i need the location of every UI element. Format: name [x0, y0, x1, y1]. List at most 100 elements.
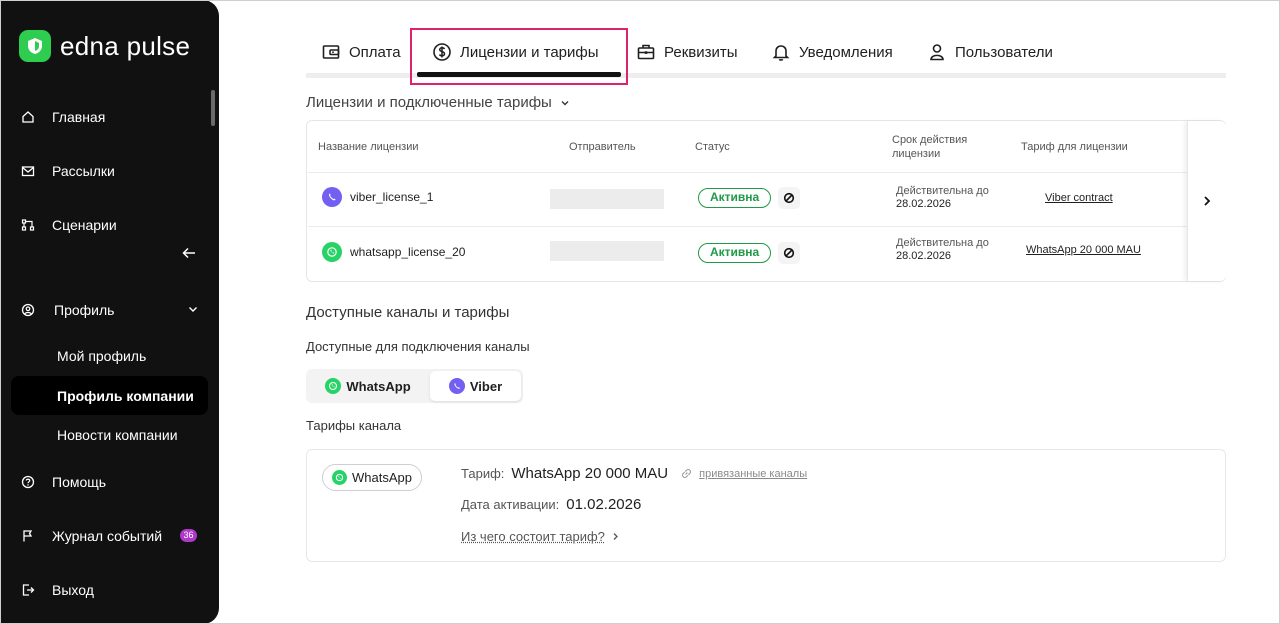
brand-name: edna pulse: [60, 30, 191, 61]
active-tab-indicator: [417, 72, 621, 77]
sidebar-item-label: Рассылки: [52, 163, 115, 179]
license-name: viber_license_1: [350, 190, 434, 204]
col-header-sender: Отправитель: [569, 141, 636, 153]
user-icon: [930, 44, 944, 61]
tab-licenses[interactable]: Лицензии и тарифы: [432, 38, 599, 66]
logout-icon: [20, 582, 36, 598]
sender-placeholder: [550, 241, 664, 261]
help-icon: [20, 474, 36, 490]
validity-date-value: 28.02.2026: [896, 250, 952, 262]
licenses-section-toggle[interactable]: Лицензии и подключенные тарифы: [306, 94, 570, 111]
tab-label: Оплата: [349, 43, 401, 61]
activation-key: Дата активации:: [461, 497, 560, 512]
chevron-down-icon[interactable]: [187, 303, 199, 315]
tab-requisites[interactable]: Реквизиты: [636, 38, 738, 66]
validity-date: 28.02.2026: [896, 250, 989, 263]
sidebar-subitem-my-profile[interactable]: Мой профиль: [57, 348, 146, 364]
validity-date: 28.02.2026: [896, 198, 989, 211]
mail-icon: [20, 163, 36, 179]
linked-channels-label: привязанные каналы: [699, 467, 808, 480]
license-name: whatsapp_license_20: [350, 245, 466, 259]
sidebar-item-event-log[interactable]: Журнал событий: [20, 524, 162, 548]
table-row-name: whatsapp_license_20: [322, 242, 465, 262]
tariff-channel-chip: WhatsApp: [322, 464, 422, 491]
sidebar-item-label: Главная: [52, 109, 106, 125]
dollar-circle-icon: [433, 43, 451, 61]
validity-label: Действительна до: [896, 185, 989, 197]
wallet-icon: [322, 45, 340, 59]
sidebar-item-profile[interactable]: Профиль: [20, 298, 114, 322]
edna-shield-icon: [19, 30, 51, 62]
available-section-title: Доступные каналы и тарифы: [306, 304, 510, 321]
channel-option-label: Viber: [469, 378, 503, 394]
available-channels-label: Доступные для подключения каналы: [306, 339, 530, 354]
tariff-details-link[interactable]: Из чего состоит тариф?: [461, 529, 620, 544]
tariff-link[interactable]: WhatsApp 20 000 MAU: [1026, 244, 1141, 256]
channel-option-label: WhatsApp: [346, 378, 411, 394]
sender-placeholder: [550, 189, 664, 209]
col-header-tariff: Тариф для лицензии: [1021, 141, 1128, 153]
licenses-section-title: Лицензии и подключенные тарифы: [306, 94, 552, 111]
sidebar-item-mailings[interactable]: Рассылки: [20, 159, 115, 183]
tariff-details-label: Из чего состоит тариф?: [461, 529, 605, 544]
sidebar-subitem-company-profile[interactable]: Профиль компании: [57, 388, 194, 404]
validity-date-value: 28.02.2026: [896, 198, 952, 210]
collapse-sidebar-icon[interactable]: [180, 244, 198, 262]
sidebar-scrollbar[interactable]: [211, 90, 215, 126]
sidebar-item-label: Выход: [52, 582, 94, 598]
tariff-key: Тариф:: [461, 466, 505, 481]
sidebar-item-scenarios[interactable]: Сценарии: [20, 213, 117, 237]
sidebar-subitem-company-news[interactable]: Новости компании: [57, 427, 178, 443]
sidebar-item-label: Помощь: [52, 474, 107, 490]
sidebar-item-help[interactable]: Помощь: [20, 470, 106, 494]
tab-payment[interactable]: Оплата: [321, 38, 401, 66]
tab-notifications[interactable]: Уведомления: [771, 38, 893, 66]
validity-cell: Действительна до 28.02.2026: [896, 185, 989, 211]
viber-icon: [322, 187, 342, 207]
bell-icon: [772, 45, 790, 61]
viber-icon: [448, 378, 465, 394]
table-divider: [308, 172, 1188, 173]
activation-row: Дата активации: 01.02.2026: [461, 496, 641, 513]
tab-label: Пользователи: [955, 43, 1053, 61]
table-row-name: viber_license_1: [322, 187, 433, 207]
deactivate-button[interactable]: [778, 242, 800, 264]
tariff-card: WhatsApp Тариф: WhatsApp 20 000 MAU прив…: [306, 449, 1226, 562]
deactivate-button[interactable]: [778, 187, 800, 209]
sidebar-item-logout[interactable]: Выход: [20, 578, 94, 602]
chevron-right-icon: [1204, 196, 1211, 206]
home-icon: [20, 109, 36, 125]
table-scroll-right-button[interactable]: [1187, 121, 1226, 281]
tab-users[interactable]: Пользователи: [927, 38, 1053, 66]
block-icon: [783, 192, 795, 204]
flag-icon: [20, 528, 36, 544]
channel-option-whatsapp[interactable]: WhatsApp: [308, 371, 428, 401]
linked-channels-link[interactable]: привязанные каналы: [680, 467, 807, 480]
col-header-name: Название лицензии: [318, 141, 419, 153]
status-badge: Активна: [698, 243, 772, 263]
user-circle-icon: [20, 302, 36, 318]
logo[interactable]: edna pulse: [19, 30, 190, 62]
channel-tariffs-label: Тарифы канала: [306, 418, 402, 433]
licenses-table: Название лицензии Отправитель Статус Сро…: [306, 120, 1226, 282]
tariff-link[interactable]: Viber contract: [1045, 192, 1113, 204]
col-header-validity-line: лицензии: [892, 148, 941, 160]
event-log-badge: 36: [180, 529, 197, 542]
chevron-down-icon: [561, 100, 569, 105]
validity-cell: Действительна до 28.02.2026: [896, 237, 989, 263]
sidebar-item-label: Сценарии: [52, 217, 117, 233]
sidebar: edna pulse Главная Рассылки Сценарии Про…: [0, 0, 219, 624]
tab-label: Уведомления: [799, 43, 893, 61]
link-icon: [682, 468, 692, 479]
channel-option-viber[interactable]: Viber: [430, 371, 521, 401]
status-badge: Активна: [698, 188, 772, 208]
sidebar-item-home[interactable]: Главная: [20, 105, 105, 129]
chevron-right-icon: [613, 533, 618, 540]
col-header-validity: Срок действия лицензии: [892, 133, 967, 161]
activation-value: 01.02.2026: [566, 496, 642, 513]
tab-label: Лицензии и тарифы: [460, 43, 599, 61]
tariff-channel-label: WhatsApp: [352, 470, 412, 485]
validity-label: Действительна до: [896, 237, 989, 249]
col-header-status: Статус: [695, 141, 730, 153]
table-divider: [308, 226, 1188, 227]
